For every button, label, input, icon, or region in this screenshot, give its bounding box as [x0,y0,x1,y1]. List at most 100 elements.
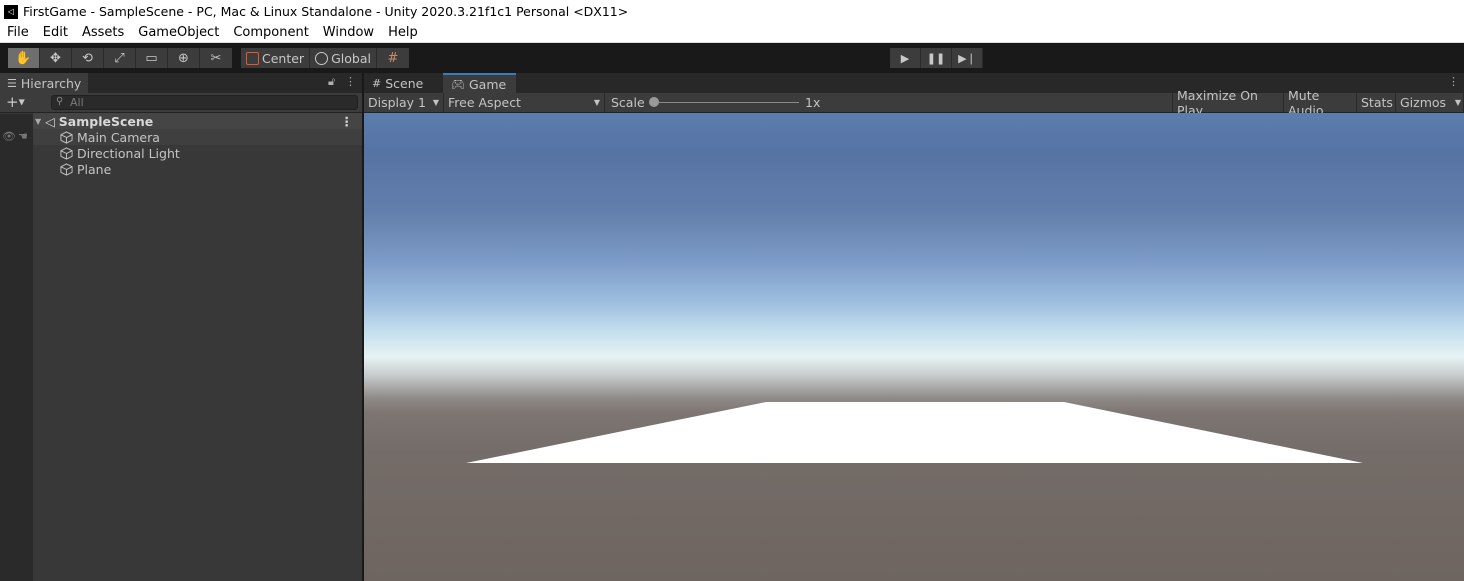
object-name: Main Camera [77,129,160,145]
scene-row[interactable]: ▼ ◁ SampleScene ⋮ [33,113,363,129]
list-icon: ☰ [7,76,17,90]
tab-hierarchy[interactable]: ☰ Hierarchy [0,73,88,93]
plane-surface [466,402,1363,463]
chevron-down-icon: ▼ [432,98,439,107]
more-options-icon[interactable]: ⋮ [1448,75,1459,88]
scene-name: SampleScene [58,113,154,129]
chevron-down-icon: ▼ [1454,98,1461,107]
menu-gameobject[interactable]: GameObject [131,25,226,40]
pivot-center-button[interactable]: Center [241,48,311,68]
pause-button[interactable]: ❚❚ [921,48,952,68]
scene-tab-label: Scene [385,75,424,91]
transform-tool-icon: ⊕ [178,50,189,66]
rect-tool-button[interactable]: ▭ [136,48,168,68]
hierarchy-tabbar: ☰ Hierarchy 🔓︎ ⋮ [0,73,363,93]
game-viewport[interactable] [364,113,1464,581]
add-object-button[interactable]: +▼ [6,94,25,111]
scale-slider-thumb[interactable] [649,97,659,107]
mute-audio-button[interactable]: Mute Audio [1284,88,1357,118]
transform-tools: ✋ ✥ ⟲ ⤢ ▭ ⊕ ✂ [8,48,232,68]
step-icon: ▶❘ [958,51,976,65]
pickable-hand-icon[interactable]: ☚ [18,130,28,143]
hierarchy-item[interactable]: Plane [33,161,363,177]
hierarchy-item[interactable]: Directional Light [33,145,363,161]
display-label: Display 1 [368,95,427,110]
menu-bar: File Edit Assets GameObject Component Wi… [0,23,1464,43]
pivot-icon [246,51,259,65]
aspect-label: Free Aspect [448,95,521,110]
tab-game[interactable]: 🎮︎ Game [443,73,516,93]
scale-slider-track[interactable] [656,102,799,103]
playback-controls: ▶ ❚❚ ▶❘ [890,48,983,68]
hierarchy-tab-label: Hierarchy [20,75,82,91]
move-tool-icon: ✥ [50,50,61,66]
pivot-controls: Center Global [241,48,377,68]
object-name: Directional Light [77,145,180,161]
move-tool-button[interactable]: ✥ [40,48,72,68]
grid-icon: # [372,76,382,90]
scale-value: 1x [805,95,821,110]
space-label: Global [331,50,371,66]
maximize-on-play-button[interactable]: Maximize On Play [1172,88,1284,118]
pivot-label: Center [262,50,305,66]
gizmos-button[interactable]: Gizmos ▼ [1396,93,1464,112]
gameobject-cube-icon [60,146,73,160]
rotate-tool-button[interactable]: ⟲ [72,48,104,68]
menu-file[interactable]: File [0,25,36,40]
chevron-down-icon: ▼ [593,98,600,107]
globe-icon [315,51,329,65]
pivot-global-button[interactable]: Global [310,48,377,68]
grid-snap-button[interactable]: # [377,48,409,68]
play-button[interactable]: ▶ [890,48,921,68]
dropdown-caret-icon: ▼ [18,97,25,107]
visibility-eye-icon[interactable]: 👁︎ [2,130,16,143]
scale-label: Scale [611,95,645,110]
tab-scene[interactable]: # Scene [364,73,442,93]
custom-tool-icon: ✂ [210,50,222,66]
hierarchy-panel: ☰ Hierarchy 🔓︎ ⋮ +▼ All ⚲ 👁︎ ☚ ▼ ◁ Sampl… [0,73,363,581]
step-button[interactable]: ▶❘ [952,48,983,68]
game-panel: # Scene 🎮︎ Game ⋮ Display 1 ▼ Free Aspec… [364,73,1464,581]
gameobject-cube-icon [60,162,73,176]
menu-component[interactable]: Component [226,25,315,40]
hierarchy-search-row: +▼ All ⚲ [0,93,363,113]
game-toolbar: Display 1 ▼ Free Aspect ▼ Scale 1x Maxim… [364,88,1464,118]
hand-tool-button[interactable]: ✋ [8,48,40,68]
game-tab-label: Game [468,76,507,92]
pause-icon: ❚❚ [926,51,946,65]
title-bar: ◁ FirstGame - SampleScene - PC, Mac & Li… [0,0,1464,23]
object-name: Plane [77,161,112,177]
gameobject-cube-icon [60,130,73,144]
hand-tool-icon: ✋ [15,50,32,66]
lock-icon[interactable]: 🔓︎ [328,75,335,89]
transform-tool-button[interactable]: ⊕ [168,48,200,68]
search-icon: ⚲ [56,96,64,107]
menu-edit[interactable]: Edit [36,25,75,40]
aspect-dropdown[interactable]: Free Aspect ▼ [444,93,605,112]
custom-tool-button[interactable]: ✂ [200,48,232,68]
play-icon: ▶ [900,51,910,65]
hierarchy-visibility-gutter: 👁︎ ☚ [0,114,33,581]
window-title: FirstGame - SampleScene - PC, Mac & Linu… [23,4,629,19]
scene-options-icon[interactable]: ⋮ [341,114,354,129]
search-input[interactable]: All [51,95,358,110]
hierarchy-item[interactable]: Main Camera [33,129,363,145]
menu-window[interactable]: Window [316,25,381,40]
plane-render [466,402,1363,463]
grid-snap-icon: # [387,50,399,66]
scale-tool-icon: ⤢ [114,50,125,66]
stats-button[interactable]: Stats [1357,93,1396,112]
expand-arrow-icon[interactable]: ▼ [35,117,41,126]
more-options-icon[interactable]: ⋮ [345,75,356,88]
main-toolbar: ✋ ✥ ⟲ ⤢ ▭ ⊕ ✂ Center Global # ▶ ❚❚ ▶❘ [0,43,1464,73]
gamepad-icon: 🎮︎ [451,77,465,91]
scale-tool-button[interactable]: ⤢ [104,48,136,68]
grid-snap-group: # [377,48,409,68]
unity-scene-icon: ◁ [45,113,55,129]
rect-tool-icon: ▭ [145,50,158,66]
menu-assets[interactable]: Assets [75,25,131,40]
rotate-tool-icon: ⟲ [82,50,93,66]
unity-logo-icon: ◁ [4,4,18,19]
menu-help[interactable]: Help [381,25,425,40]
display-dropdown[interactable]: Display 1 ▼ [364,93,444,112]
